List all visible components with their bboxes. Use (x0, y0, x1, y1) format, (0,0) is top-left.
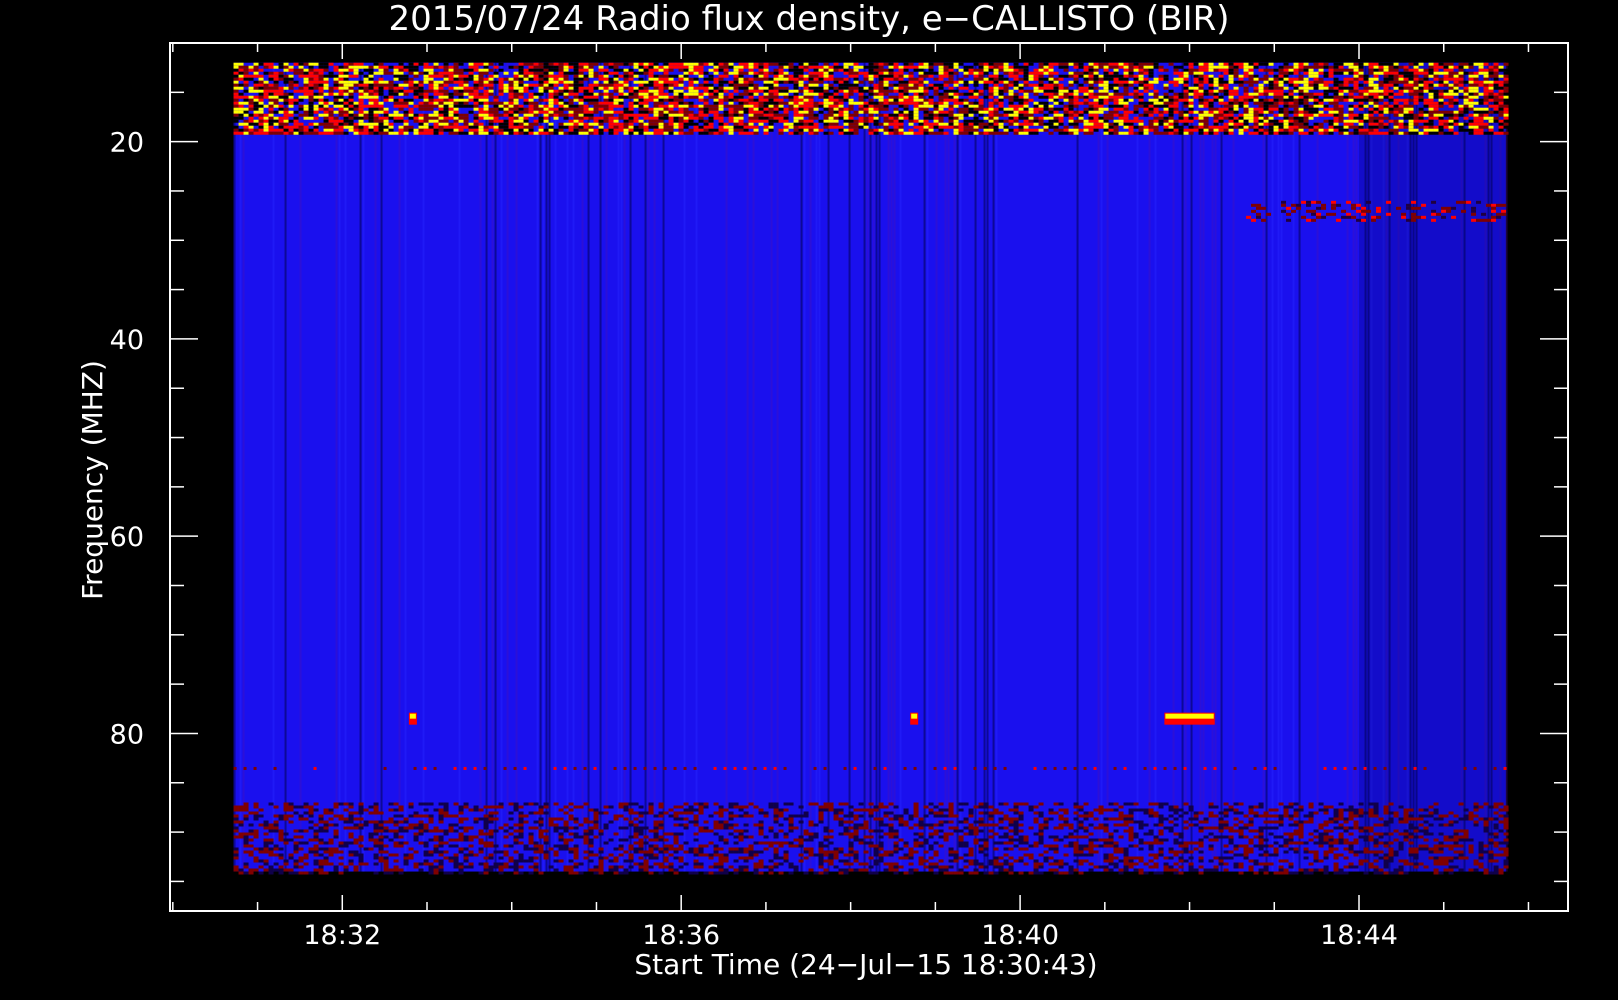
spectrogram-heatmap (233, 62, 1509, 875)
y-tick-label: 40 (110, 325, 144, 356)
y-tick-label: 60 (110, 522, 144, 553)
y-axis-label: Frequency (MHZ) (76, 360, 109, 600)
x-tick-label: 18:36 (642, 920, 720, 951)
heatmap-dark-region (1359, 62, 1506, 872)
y-tick-label: 80 (110, 719, 144, 750)
y-tick-label: 20 (110, 128, 144, 159)
heatmap-spike (910, 712, 919, 725)
x-axis-label: Start Time (24−Jul−15 18:30:43) (634, 948, 1097, 981)
chart-title: 2015/07/24 Radio flux density, e−CALLIST… (388, 0, 1229, 39)
heatmap-spike (1164, 712, 1215, 725)
x-tick-label: 18:32 (303, 920, 381, 951)
spectrogram-chart: 2015/07/24 Radio flux density, e−CALLIST… (0, 0, 1618, 1000)
heatmap-spike (408, 712, 417, 725)
x-tick-label: 18:44 (1320, 920, 1398, 951)
x-tick-label: 18:40 (981, 920, 1059, 951)
